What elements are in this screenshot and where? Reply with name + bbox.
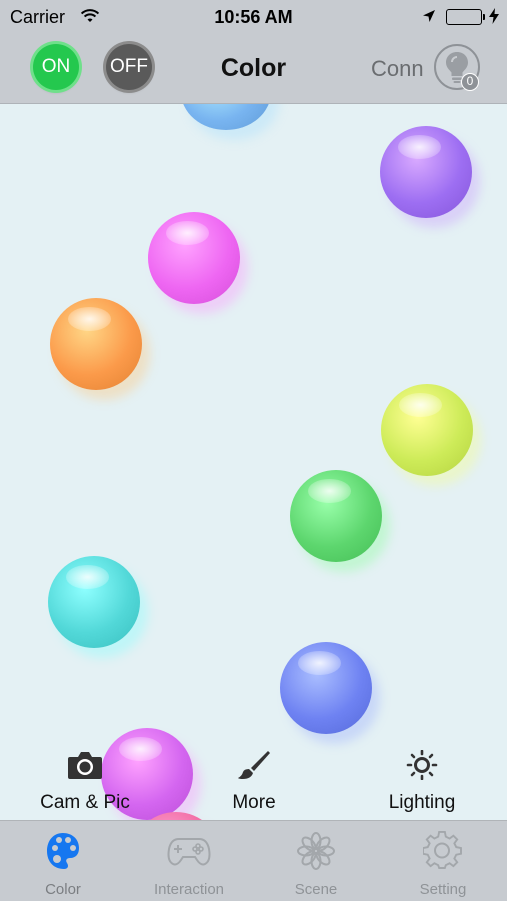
palette-icon [47, 833, 79, 869]
ball-blue[interactable] [280, 642, 372, 734]
ball-green[interactable] [290, 470, 382, 562]
lighting-tool[interactable]: Lighting [377, 749, 467, 814]
paintbrush-icon [238, 751, 270, 779]
status-bar: Carrier 10:56 AM [0, 0, 507, 36]
lighting-label: Lighting [388, 792, 456, 813]
device-count-badge: 0 [461, 73, 479, 91]
nav-bar: ON OFF Color Conn 0 [0, 36, 507, 104]
tab-interaction[interactable]: Interaction [126, 821, 252, 901]
cam-pic-label: Cam & Pic [40, 792, 130, 813]
ball-purple[interactable] [380, 126, 472, 218]
tab-scene[interactable]: Scene [253, 821, 379, 901]
ball-blue-top[interactable] [181, 104, 271, 130]
ball-magenta[interactable] [148, 212, 240, 304]
tab-color-label: Color [45, 881, 81, 898]
color-canvas[interactable] [0, 104, 507, 820]
camera-icon [68, 752, 102, 779]
more-label: More [232, 792, 276, 813]
brightness-icon [406, 749, 438, 781]
charging-bolt-icon [489, 8, 499, 29]
tab-setting-label: Setting [419, 881, 467, 898]
more-tool[interactable]: More [214, 750, 294, 814]
cam-pic-tool[interactable]: Cam & Pic [30, 750, 140, 814]
tab-color[interactable]: Color [0, 821, 126, 901]
flower-icon [297, 832, 335, 870]
tab-scene-label: Scene [294, 881, 338, 898]
connection-button[interactable]: Conn [371, 56, 424, 82]
gear-icon [423, 831, 462, 869]
page-title: Color [220, 54, 287, 82]
ball-cyan[interactable] [48, 556, 140, 648]
tab-setting[interactable]: Setting [380, 821, 506, 901]
tab-interaction-label: Interaction [153, 881, 225, 898]
ball-orange[interactable] [50, 298, 142, 390]
battery-icon [446, 9, 482, 25]
gamepad-icon [167, 838, 211, 866]
tab-bar: Color Interaction Scene Setting [0, 820, 507, 901]
location-arrow-icon [422, 9, 436, 28]
ball-lime[interactable] [381, 384, 473, 476]
